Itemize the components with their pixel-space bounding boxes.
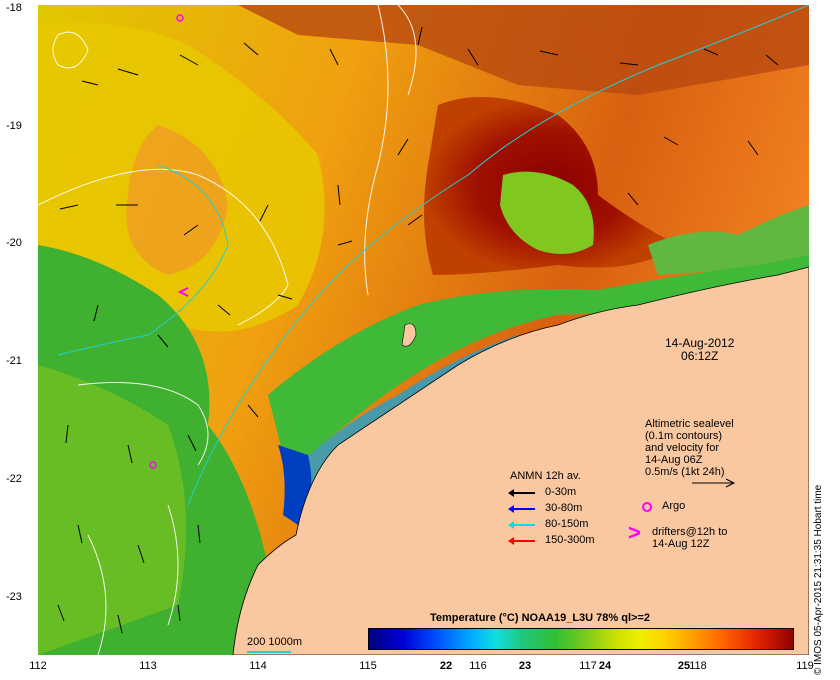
legend-label: 80-150m bbox=[545, 518, 589, 530]
legend-label: 150-300m bbox=[545, 534, 595, 546]
legend-title: ANMN 12h av. bbox=[510, 470, 581, 482]
argo-label: Argo bbox=[662, 500, 686, 512]
altimetry-line: 14-Aug 06Z bbox=[645, 454, 703, 466]
x-tick: 117 bbox=[579, 660, 597, 672]
temperature-colorbar bbox=[368, 628, 794, 650]
legend-row: 80-150m bbox=[508, 518, 589, 530]
colorbar-tick: 24 bbox=[598, 660, 612, 672]
credit-text: © IMOS 05-Apr-2015 21:31:35 Hobart time bbox=[813, 484, 824, 675]
argo-marker-icon bbox=[642, 502, 652, 512]
velocity-scale-arrow-icon bbox=[692, 478, 736, 488]
isobath-scale-line bbox=[247, 651, 291, 653]
sst-field bbox=[38, 5, 809, 655]
colorbar-tick: 22 bbox=[439, 660, 453, 672]
x-tick: 119 bbox=[796, 660, 814, 672]
y-tick: -22 bbox=[6, 473, 22, 485]
drifter-line: drifters@12h to bbox=[652, 526, 728, 538]
y-tick: -21 bbox=[6, 355, 22, 367]
arrow-icon bbox=[508, 489, 535, 497]
colorbar-tick: 23 bbox=[518, 660, 532, 672]
altimetry-note: Altimetric sealevel (0.1m contours) and … bbox=[645, 418, 734, 478]
colorbar-tick: 25 bbox=[677, 660, 691, 672]
altimetry-line: and velocity for bbox=[645, 442, 719, 454]
x-tick: 118 bbox=[689, 660, 707, 672]
timestamp-time: 06:12Z bbox=[681, 349, 719, 363]
arrow-icon bbox=[508, 537, 535, 545]
drifter-marker-icon: > bbox=[628, 520, 641, 545]
arrow-icon bbox=[508, 521, 535, 529]
legend-label: 30-80m bbox=[545, 502, 583, 514]
x-tick: 113 bbox=[139, 660, 157, 672]
legend-row: 0-30m bbox=[508, 486, 577, 498]
arrow-icon bbox=[508, 505, 535, 513]
drifter-line: 14-Aug 12Z bbox=[652, 538, 710, 550]
y-tick: -18 bbox=[6, 2, 22, 14]
x-tick: 115 bbox=[359, 660, 377, 672]
isobath-scale-label: 200 1000m bbox=[247, 636, 303, 648]
x-tick: 116 bbox=[469, 660, 487, 672]
map-timestamp: 14-Aug-2012 06:12Z bbox=[665, 337, 734, 363]
legend-row: 30-80m bbox=[508, 502, 583, 514]
legend-label: 0-30m bbox=[545, 486, 577, 498]
sst-map bbox=[38, 5, 809, 655]
altimetry-line: (0.1m contours) bbox=[645, 430, 723, 442]
y-tick: -23 bbox=[6, 591, 22, 603]
legend-row: 150-300m bbox=[508, 534, 595, 546]
colorbar-title: Temperature (°C) NOAA19_L3U 78% ql>=2 bbox=[430, 612, 650, 624]
altimetry-line: Altimetric sealevel bbox=[645, 418, 734, 430]
x-tick: 114 bbox=[249, 660, 267, 672]
y-tick: -19 bbox=[6, 120, 22, 132]
drifter-label: drifters@12h to 14-Aug 12Z bbox=[652, 526, 727, 550]
y-tick: -20 bbox=[6, 237, 22, 249]
x-tick: 112 bbox=[29, 660, 47, 672]
